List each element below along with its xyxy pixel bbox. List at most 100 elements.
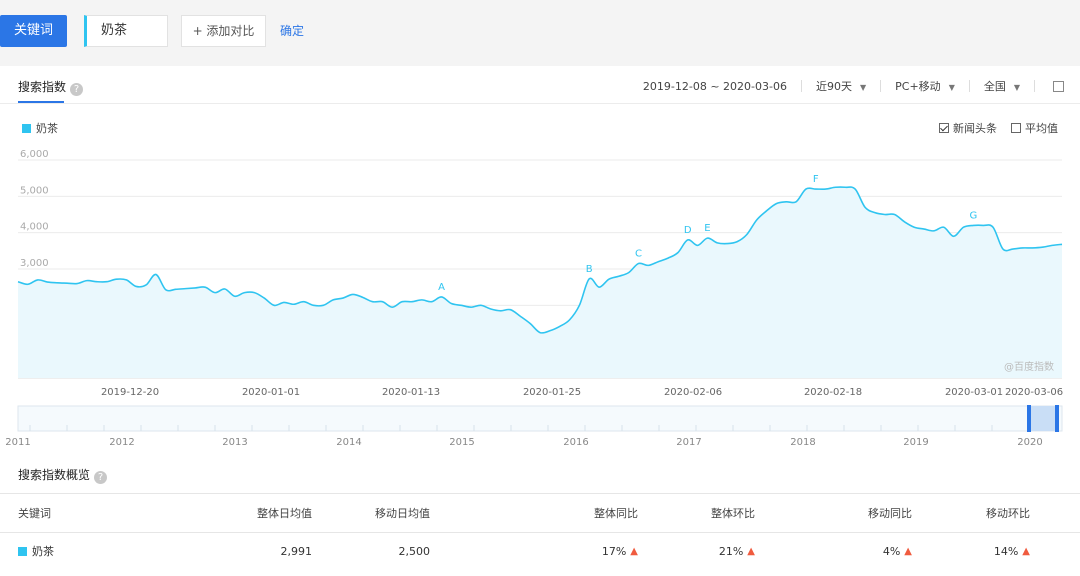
- average-checkbox[interactable]: 平均值: [1011, 120, 1058, 136]
- annotation-g: G: [969, 210, 977, 221]
- divider: [801, 80, 802, 92]
- section-title-label: 搜索指数: [18, 80, 67, 94]
- header-mobile-yoy: 移动同比: [868, 507, 912, 520]
- checkbox-checked-icon: [939, 123, 949, 133]
- year-label: 2016: [563, 437, 588, 448]
- region-select[interactable]: 全国 ▼: [984, 78, 1020, 94]
- series-swatch: [18, 546, 27, 556]
- legend-label: 奶茶: [36, 122, 58, 135]
- table-row: 奶茶 2,991 2,500 17% ▲ 21% ▲ 4% ▲ 14% ▲: [0, 533, 1080, 569]
- filter-bar: 2019-12-08 ~ 2020-03-06 近90天 ▼ PC+移动 ▼ 全国 ▼: [643, 78, 1064, 94]
- add-compare-button[interactable]: + 添加对比: [181, 15, 266, 47]
- chart-options: 新闻头条 平均值: [925, 120, 1058, 136]
- caret-down-icon: ▼: [1013, 83, 1020, 92]
- news-checkbox[interactable]: 新闻头条: [939, 120, 997, 136]
- news-label: 新闻头条: [953, 122, 997, 135]
- x-tick-label: 2020-02-18: [804, 387, 862, 398]
- year-label: 2014: [336, 437, 361, 448]
- overall-mom-value: 21%: [718, 544, 744, 558]
- left-handle[interactable]: [1027, 405, 1031, 432]
- annotation-e: E: [704, 223, 710, 234]
- arrow-up-icon: ▲: [747, 545, 755, 557]
- region-label: 全国: [983, 80, 1006, 93]
- year-label: 2020: [1017, 437, 1042, 448]
- period-label: 近90天: [816, 80, 852, 93]
- keyword-input[interactable]: 奶茶: [84, 15, 168, 47]
- caret-down-icon: ▼: [948, 83, 955, 92]
- device-select[interactable]: PC+移动 ▼: [895, 78, 955, 94]
- year-label: 2018: [790, 437, 815, 448]
- header-mobile-daily: 移动日均值: [375, 507, 430, 520]
- x-tick-label: 2020-02-06: [664, 387, 722, 398]
- overview-title: 搜索指数概览?: [18, 466, 108, 484]
- year-label: 2012: [109, 437, 134, 448]
- search-index-chart[interactable]: 6,0005,0004,0003,0002,0001,000ABCDEFG201…: [0, 140, 1080, 402]
- year-label: 2013: [222, 437, 247, 448]
- year-label: 2019: [903, 437, 928, 448]
- arrow-up-icon: ▲: [630, 545, 638, 557]
- section-title[interactable]: 搜索指数?: [18, 78, 84, 96]
- annotation-b: B: [586, 264, 593, 275]
- row-keyword: 奶茶: [18, 533, 54, 569]
- x-tick-label: 2020-03-06: [1005, 387, 1063, 398]
- arrow-up-icon: ▲: [904, 545, 912, 557]
- legend-swatch: [22, 123, 31, 133]
- overall-yoy-cell: 17% ▲: [602, 533, 638, 569]
- timeline-track: [17, 405, 1063, 432]
- year-label: 2015: [449, 437, 474, 448]
- header-mobile-mom: 移动环比: [986, 507, 1030, 520]
- header-overall-daily: 整体日均值: [257, 507, 312, 520]
- overall-daily-value: 2,991: [280, 544, 313, 558]
- y-tick-label: 6,000: [20, 149, 49, 160]
- x-tick-label: 2020-01-13: [382, 387, 440, 398]
- watermark: @百度指数: [1004, 360, 1054, 373]
- header-divider: [0, 103, 1080, 104]
- annotation-c: C: [635, 249, 642, 260]
- row-keyword-label: 奶茶: [32, 545, 54, 558]
- timeline-navigator[interactable]: 2011 2012 2013 2014 2015 2016 2017 2018 2019 2020: [0, 404, 1080, 450]
- y-tick-label: 4,000: [20, 222, 49, 233]
- arrow-up-icon: ▲: [1022, 545, 1030, 557]
- average-label: 平均值: [1025, 122, 1058, 135]
- annotation-f: F: [813, 174, 819, 185]
- year-label: 2017: [676, 437, 701, 448]
- header-overall-yoy: 整体同比: [594, 507, 638, 520]
- external-link-icon[interactable]: [1053, 80, 1064, 92]
- series-area: [18, 187, 1062, 378]
- x-tick-label: 2020-01-01: [242, 387, 300, 398]
- header-overall-mom: 整体环比: [711, 507, 755, 520]
- mobile-mom-cell: 14% ▲: [994, 533, 1030, 569]
- keyword-button[interactable]: 关键词: [0, 15, 67, 47]
- header-keyword: 关键词: [18, 507, 51, 520]
- year-label: 2011: [5, 437, 30, 448]
- period-select[interactable]: 近90天 ▼: [816, 78, 866, 94]
- overview-title-label: 搜索指数概览: [18, 468, 91, 482]
- help-icon[interactable]: ?: [94, 471, 108, 484]
- mobile-mom-value: 14%: [993, 544, 1019, 558]
- y-tick-label: 3,000: [20, 258, 49, 269]
- x-tick-label: 2019-12-20: [101, 387, 159, 398]
- divider: [1034, 80, 1035, 92]
- right-handle[interactable]: [1055, 405, 1059, 432]
- checkbox-icon: [1011, 123, 1021, 133]
- y-tick-label: 5,000: [20, 185, 49, 196]
- device-label: PC+移动: [895, 80, 941, 93]
- mobile-yoy-cell: 4% ▲: [883, 533, 912, 569]
- caret-down-icon: ▼: [860, 83, 867, 92]
- mobile-daily-value: 2,500: [398, 544, 431, 558]
- annotation-d: D: [684, 225, 692, 236]
- search-bar: 关键词 奶茶 + 添加对比 确定: [0, 0, 1080, 66]
- x-tick-label: 2020-03-01: [945, 387, 1003, 398]
- annotation-a: A: [438, 282, 445, 293]
- divider: [968, 80, 970, 92]
- divider: [880, 80, 882, 92]
- overview-header-row: 关键词 整体日均值 移动日均值 整体同比 整体环比 移动同比 移动环比: [0, 493, 1080, 533]
- help-icon[interactable]: ?: [70, 83, 84, 96]
- timeline-selection[interactable]: [1029, 406, 1057, 431]
- chart-legend[interactable]: 奶茶: [22, 120, 58, 136]
- x-tick-label: 2020-01-25: [523, 387, 581, 398]
- overall-yoy-value: 17%: [601, 544, 627, 558]
- confirm-link[interactable]: 确定: [280, 22, 304, 39]
- date-range[interactable]: 2019-12-08 ~ 2020-03-06: [643, 80, 787, 93]
- overall-mom-cell: 21% ▲: [719, 533, 755, 569]
